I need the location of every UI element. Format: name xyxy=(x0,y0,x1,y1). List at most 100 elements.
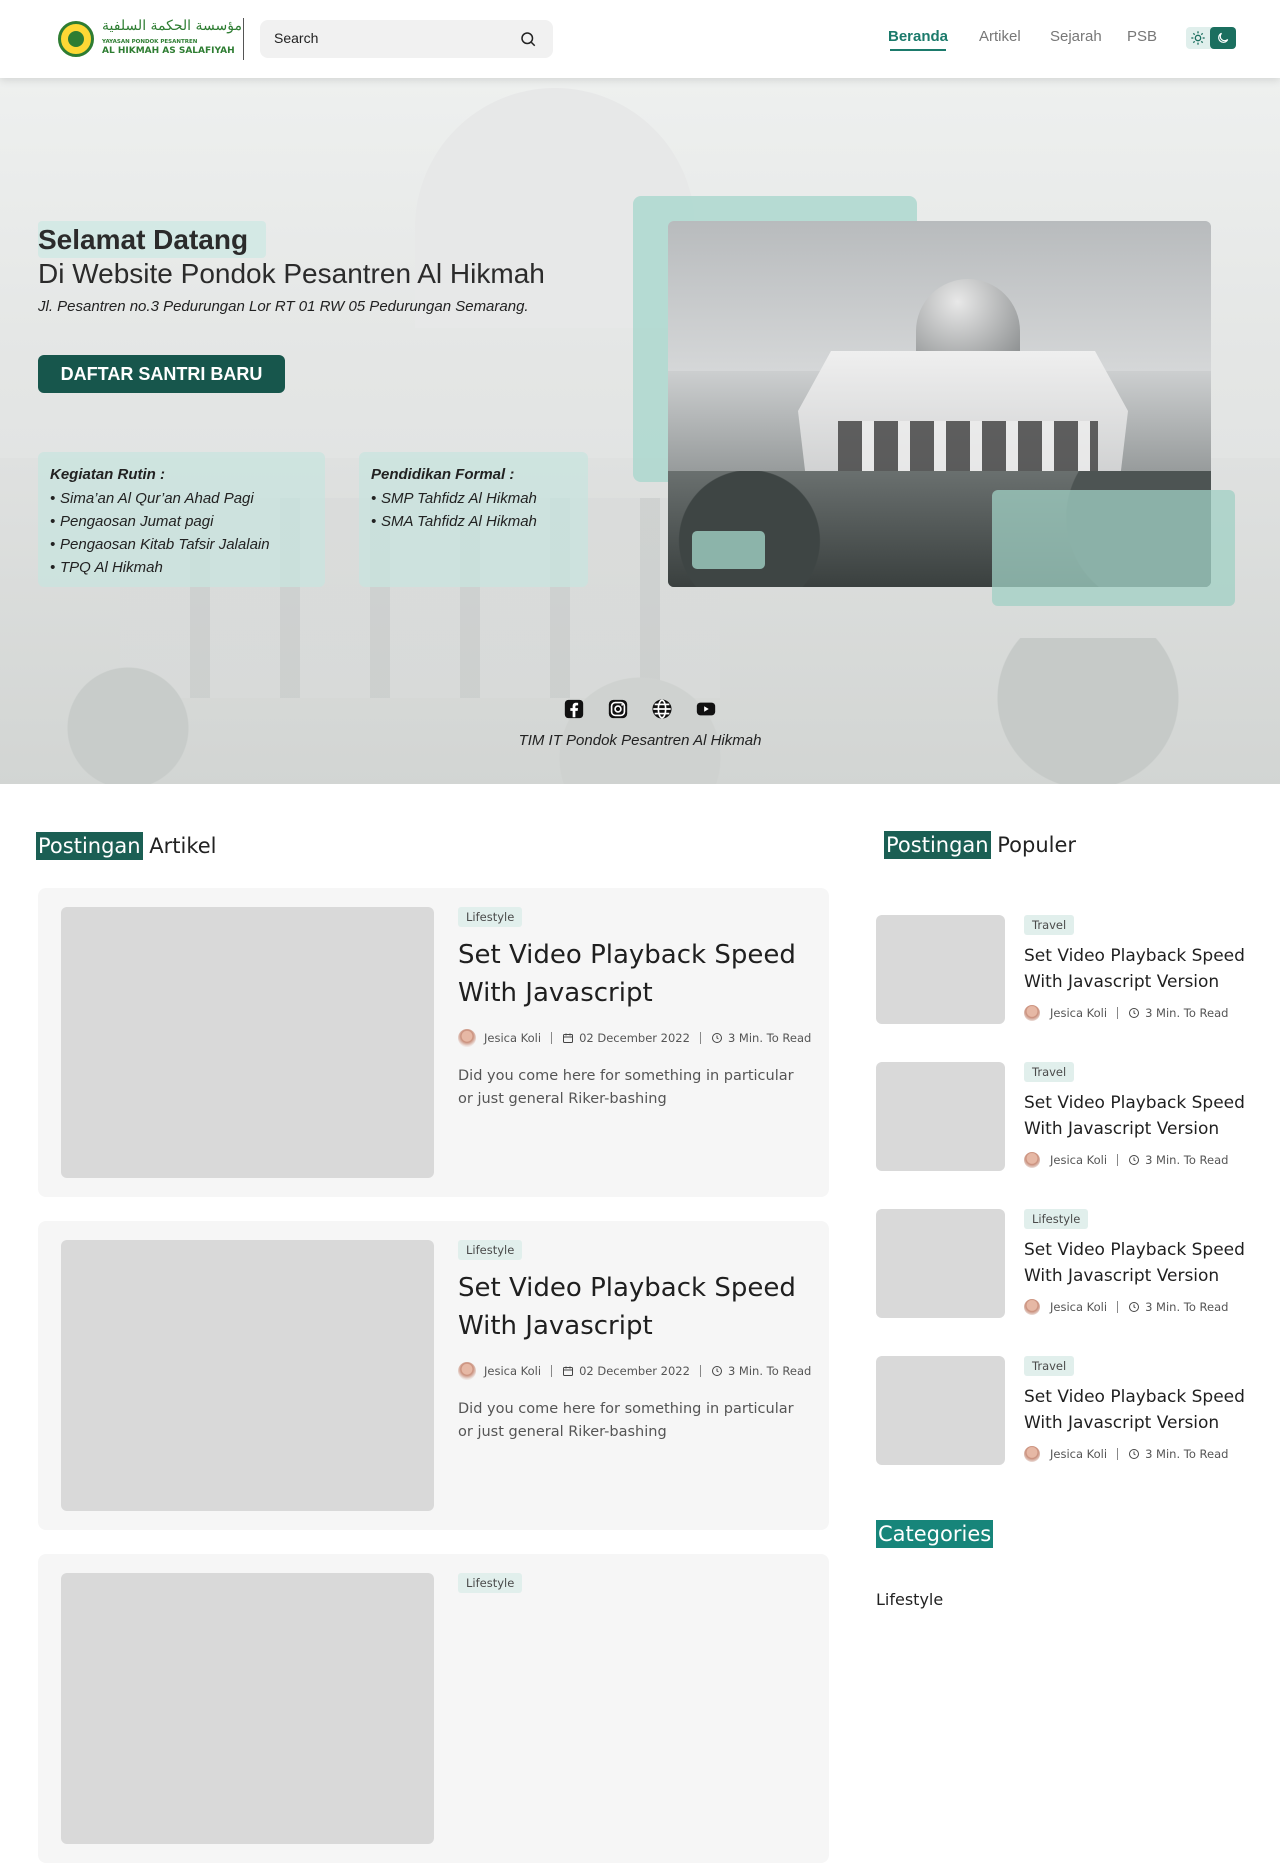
pendidikan-box: Pendidikan Formal : SMP Tahfidz Al Hikma… xyxy=(359,452,588,587)
category-tag[interactable]: Lifestyle xyxy=(458,907,523,927)
kegiatan-list: Sima’an Al Qur’an Ahad Pagi Pengaosan Ju… xyxy=(50,487,313,579)
popular-thumbnail[interactable] xyxy=(876,1356,1005,1465)
photo-accent-front xyxy=(992,490,1235,606)
article-excerpt: Did you come here for something in parti… xyxy=(458,1401,794,1440)
avatar xyxy=(1024,1446,1040,1462)
clock-icon xyxy=(1129,1302,1140,1312)
category-tag[interactable]: Travel xyxy=(1024,915,1075,935)
avatar xyxy=(458,1029,476,1047)
welcome-highlight: Selamat Datang xyxy=(38,221,267,258)
author-name[interactable]: Jesica Koli xyxy=(1050,1300,1107,1314)
popular-thumbnail[interactable] xyxy=(876,1062,1005,1171)
moon-icon xyxy=(1218,32,1229,43)
popular-post[interactable]: Travel Set Video Playback Speed With Jav… xyxy=(876,1356,1246,1468)
author-name[interactable]: Jesica Koli xyxy=(484,1031,541,1045)
search-icon[interactable] xyxy=(519,30,537,48)
article-thumbnail[interactable] xyxy=(61,907,434,1178)
list-item: SMP Tahfidz Al Hikmah xyxy=(371,487,576,510)
popular-meta: Jesica Koli 3 Min. To Read xyxy=(1024,1299,1228,1315)
popular-title-highlight: Postingan xyxy=(884,831,991,859)
pendidikan-list: SMP Tahfidz Al Hikmah SMA Tahfidz Al Hik… xyxy=(371,487,576,533)
list-item: Pengaosan Jumat pagi xyxy=(50,510,313,533)
popular-thumbnail[interactable] xyxy=(876,915,1005,1024)
welcome-heading: Selamat Datang xyxy=(38,224,249,255)
facebook-icon[interactable] xyxy=(563,698,585,720)
post-date: 02 December 2022 xyxy=(579,1031,690,1045)
theme-toggle[interactable] xyxy=(1186,27,1236,49)
sun-icon[interactable] xyxy=(1190,30,1206,46)
search-input[interactable] xyxy=(274,30,494,46)
social-links xyxy=(563,698,723,722)
clock-icon xyxy=(1129,1449,1140,1459)
popular-post[interactable]: Lifestyle Set Video Playback Speed With … xyxy=(876,1209,1246,1321)
meta-divider xyxy=(1117,1007,1119,1019)
nav-sejarah[interactable]: Sejarah xyxy=(1050,28,1102,45)
article-meta: Jesica Koli 02 December 2022 3 Min. To R… xyxy=(458,1029,811,1047)
list-item: Sima’an Al Qur’an Ahad Pagi xyxy=(50,487,313,510)
instagram-icon[interactable] xyxy=(607,698,629,720)
register-button[interactable]: DAFTAR SANTRI BARU xyxy=(38,355,285,393)
article-excerpt: Did you come here for something in parti… xyxy=(458,1068,794,1107)
read-time: 3 Min. To Read xyxy=(727,1031,812,1045)
globe-icon[interactable] xyxy=(651,698,673,720)
avatar xyxy=(1024,1299,1040,1315)
hero-section: Selamat Datang Di Website Pondok Pesantr… xyxy=(0,78,1280,784)
category-tag[interactable]: Lifestyle xyxy=(458,1240,523,1260)
dark-mode-button[interactable] xyxy=(1210,27,1236,49)
category-tag[interactable]: Travel xyxy=(1024,1356,1075,1376)
site-logo[interactable]: مؤسسة الحكمة السلفية YAYASAN PONDOK PESA… xyxy=(58,18,242,60)
nav-psb[interactable]: PSB xyxy=(1127,28,1157,45)
popular-title[interactable]: Set Video Playback Speed With Javascript… xyxy=(1024,1384,1249,1436)
popular-title[interactable]: Set Video Playback Speed With Javascript… xyxy=(1024,1237,1249,1289)
meta-divider xyxy=(551,1032,553,1044)
popular-meta: Jesica Koli 3 Min. To Read xyxy=(1024,1005,1228,1021)
clock-icon xyxy=(711,1033,722,1043)
popular-post[interactable]: Travel Set Video Playback Speed With Jav… xyxy=(876,1062,1246,1174)
popular-title[interactable]: Set Video Playback Speed With Javascript… xyxy=(1024,1090,1249,1142)
meta-divider xyxy=(1117,1448,1119,1460)
read-time: 3 Min. To Read xyxy=(1145,1006,1229,1020)
list-item: Pengaosan Kitab Tafsir Jalalain xyxy=(50,533,313,556)
author-name[interactable]: Jesica Koli xyxy=(484,1364,541,1378)
article-title[interactable]: Set Video Playback Speed With Javascript xyxy=(458,936,808,1012)
nav-artikel[interactable]: Artikel xyxy=(979,28,1021,45)
hero-footer-credit: TIM IT Pondok Pesantren Al Hikmah xyxy=(518,732,762,749)
read-time: 3 Min. To Read xyxy=(1145,1300,1229,1314)
youtube-icon[interactable] xyxy=(695,698,717,720)
author-name[interactable]: Jesica Koli xyxy=(1050,1006,1107,1020)
article-card[interactable]: Lifestyle xyxy=(38,1554,829,1863)
logo-subtitle: YAYASAN PONDOK PESANTREN xyxy=(102,39,198,45)
navbar: مؤسسة الحكمة السلفية YAYASAN PONDOK PESA… xyxy=(0,0,1280,78)
articles-title-rest: Artikel xyxy=(142,834,217,858)
popular-title[interactable]: Set Video Playback Speed With Javascript… xyxy=(1024,943,1249,995)
photo-accent-chip xyxy=(692,531,765,569)
meta-divider xyxy=(1117,1154,1119,1166)
article-card[interactable]: Lifestyle Set Video Playback Speed With … xyxy=(38,1221,829,1530)
popular-meta: Jesica Koli 3 Min. To Read xyxy=(1024,1446,1228,1462)
calendar-icon xyxy=(563,1033,574,1043)
popular-post[interactable]: Travel Set Video Playback Speed With Jav… xyxy=(876,915,1246,1027)
clock-icon xyxy=(1129,1008,1140,1018)
nav-beranda[interactable]: Beranda xyxy=(888,28,948,51)
popular-title-rest: Populer xyxy=(990,833,1077,857)
meta-divider xyxy=(699,1365,701,1377)
article-title[interactable]: Set Video Playback Speed With Javascript xyxy=(458,1269,808,1345)
avatar xyxy=(1024,1152,1040,1168)
pendidikan-title: Pendidikan Formal : xyxy=(371,466,515,483)
popular-meta: Jesica Koli 3 Min. To Read xyxy=(1024,1152,1228,1168)
hero-address: Jl. Pesantren no.3 Pedurungan Lor RT 01 … xyxy=(38,298,529,315)
author-name[interactable]: Jesica Koli xyxy=(1050,1447,1107,1461)
article-thumbnail[interactable] xyxy=(61,1573,434,1844)
popular-thumbnail[interactable] xyxy=(876,1209,1005,1318)
category-tag[interactable]: Lifestyle xyxy=(458,1573,523,1593)
author-name[interactable]: Jesica Koli xyxy=(1050,1153,1107,1167)
articles-section-title: Postingan Artikel xyxy=(36,832,217,860)
article-card[interactable]: Lifestyle Set Video Playback Speed With … xyxy=(38,888,829,1197)
read-time: 3 Min. To Read xyxy=(1145,1153,1229,1167)
popular-section-title: Postingan Populer xyxy=(884,831,1077,859)
category-tag[interactable]: Lifestyle xyxy=(1024,1209,1089,1229)
category-tag[interactable]: Travel xyxy=(1024,1062,1075,1082)
list-item: TPQ Al Hikmah xyxy=(50,556,313,579)
article-thumbnail[interactable] xyxy=(61,1240,434,1511)
read-time: 3 Min. To Read xyxy=(727,1364,812,1378)
